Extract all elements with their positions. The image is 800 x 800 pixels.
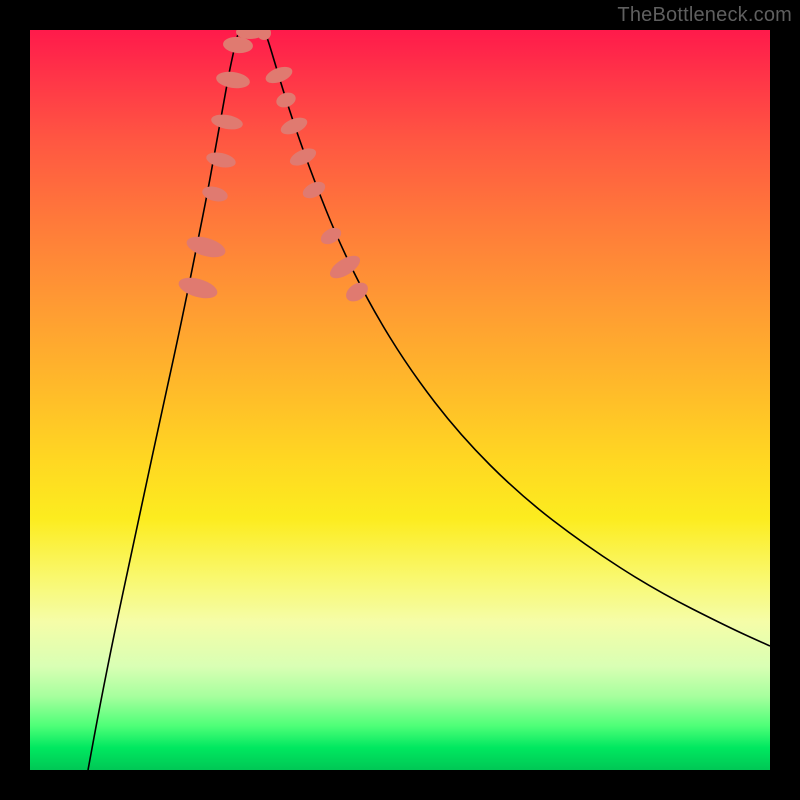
marker	[278, 114, 309, 137]
marker	[263, 64, 294, 87]
marker	[176, 274, 219, 302]
marker	[184, 233, 227, 261]
marker	[257, 30, 271, 40]
marker	[326, 251, 363, 283]
marker	[274, 90, 298, 110]
chart-frame	[30, 30, 770, 770]
watermark-text: TheBottleneck.com	[617, 4, 792, 27]
curve-left	[88, 30, 240, 770]
chart-svg	[30, 30, 770, 770]
marker	[215, 70, 251, 91]
data-markers	[176, 30, 371, 305]
curve-right	[264, 30, 770, 646]
marker	[210, 112, 244, 131]
marker	[300, 178, 328, 201]
marker	[205, 150, 237, 170]
marker	[343, 279, 372, 306]
